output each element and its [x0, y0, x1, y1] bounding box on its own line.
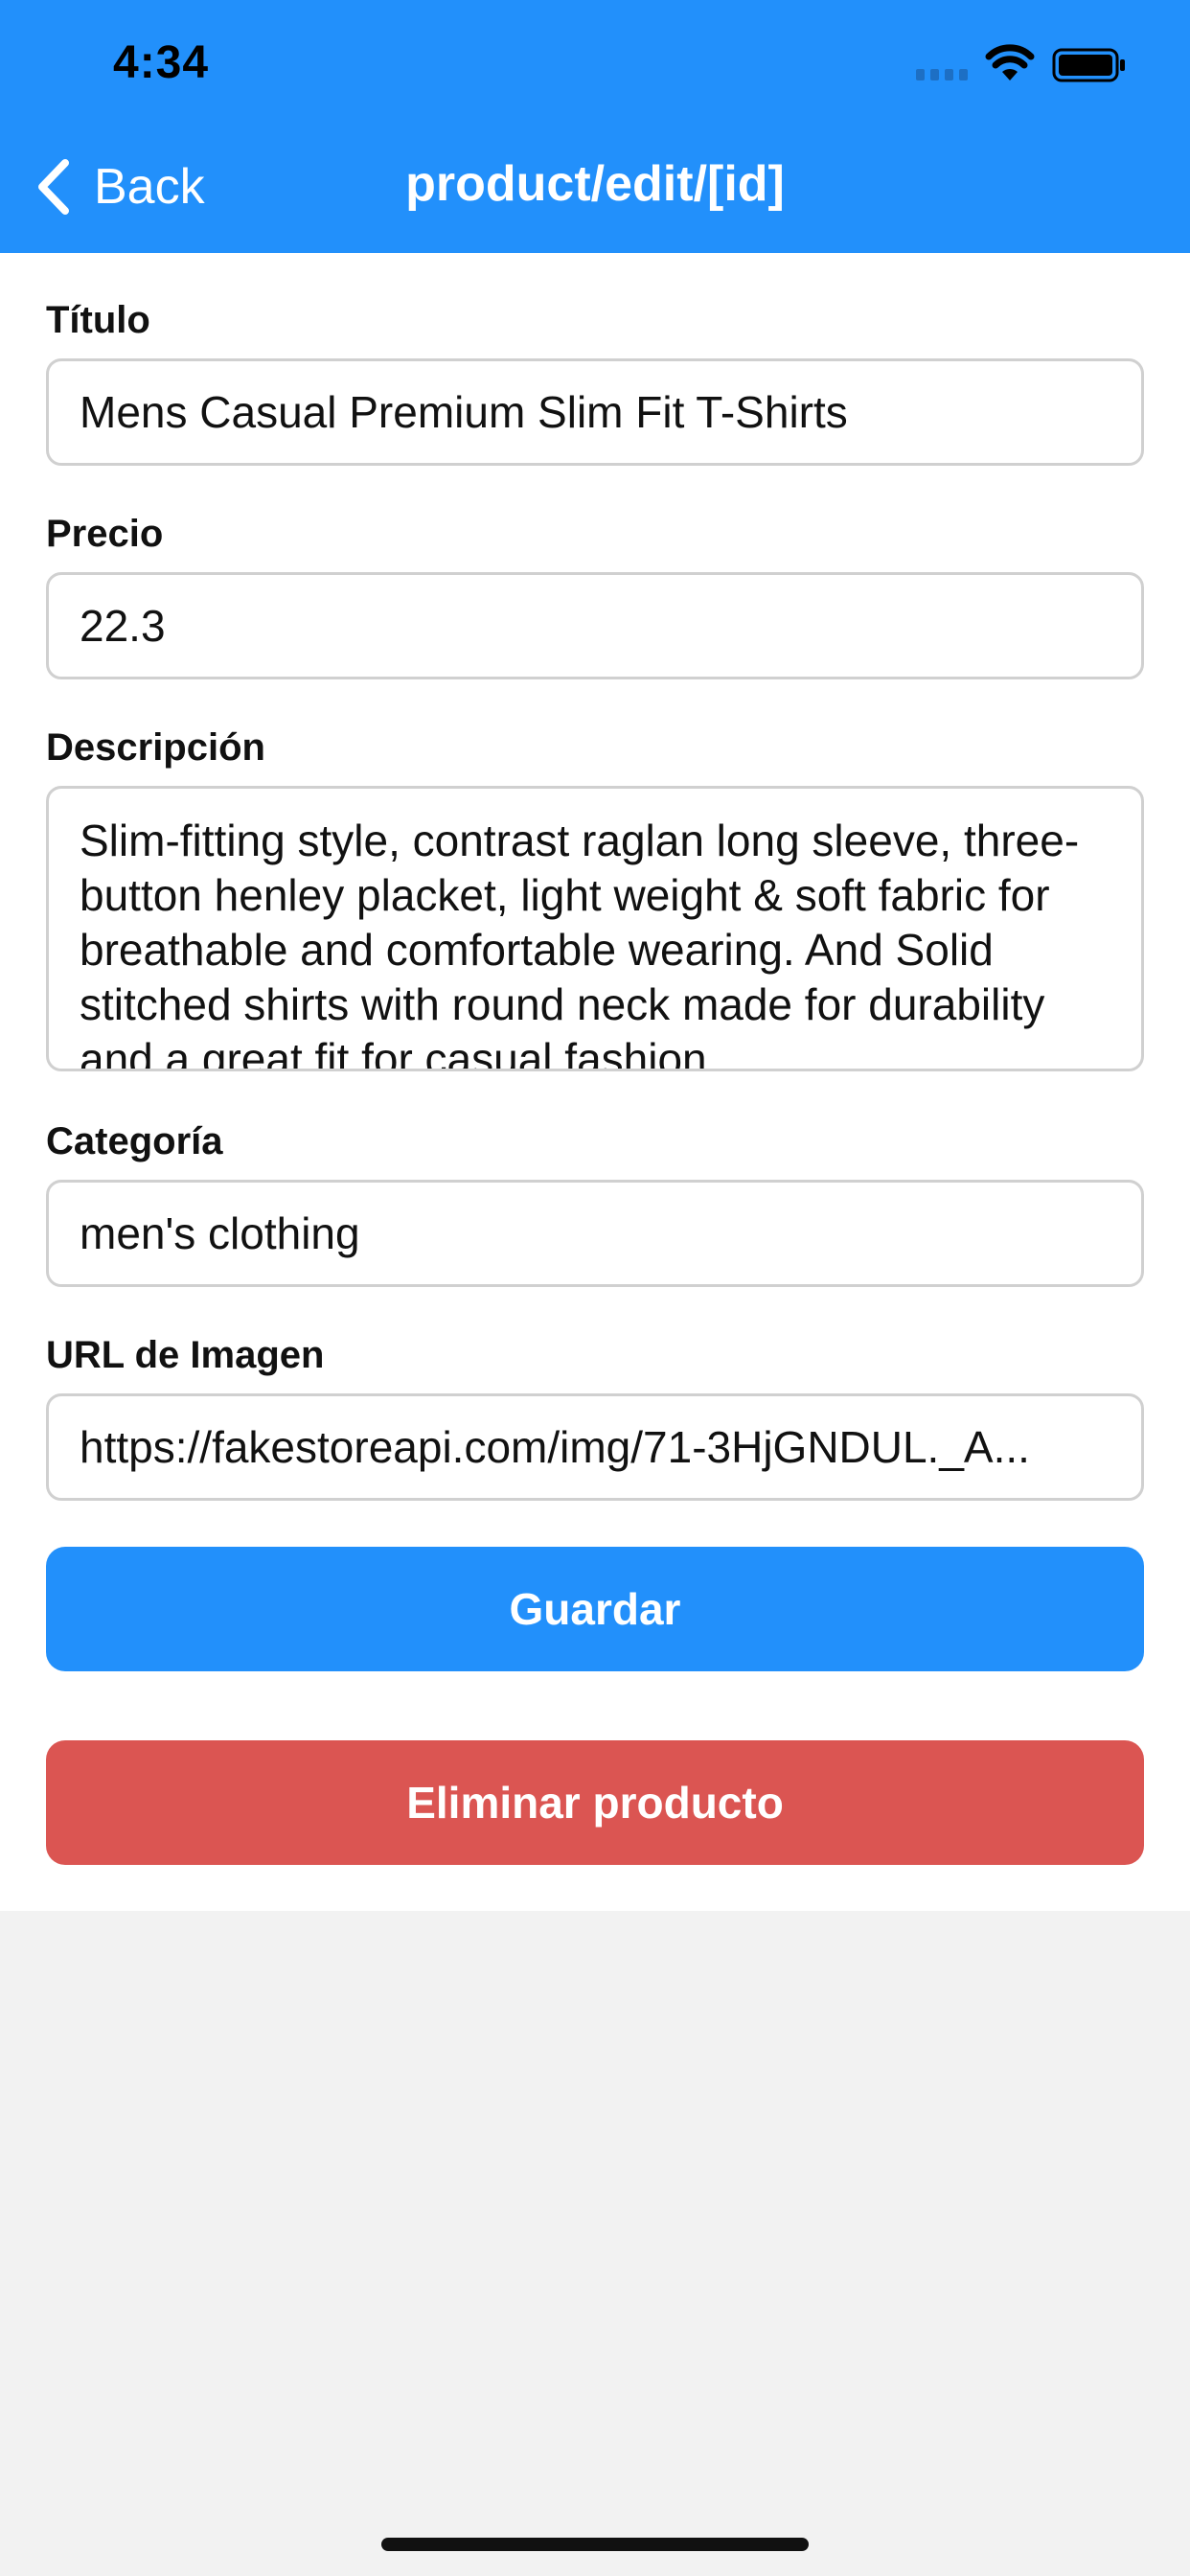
description-label: Descripción — [46, 726, 265, 769]
title-input-value: Mens Casual Premium Slim Fit T-Shirts — [80, 387, 848, 437]
price-input-value: 22.3 — [80, 601, 166, 651]
title-input[interactable]: Mens Casual Premium Slim Fit T-Shirts — [46, 358, 1144, 466]
description-textarea-value: Slim-fitting style, contrast raglan long… — [80, 816, 1080, 1071]
image-url-input-value: https://fakestoreapi.com/img/71-3HjGNDUL… — [80, 1422, 1030, 1472]
category-label: Categoría — [46, 1120, 223, 1162]
edit-product-form: Título Mens Casual Premium Slim Fit T-Sh… — [0, 253, 1190, 1911]
title-label: Título — [46, 299, 150, 341]
price-input[interactable]: 22.3 — [46, 572, 1144, 679]
image-url-input[interactable]: https://fakestoreapi.com/img/71-3HjGNDUL… — [46, 1393, 1144, 1501]
description-textarea[interactable]: Slim-fitting style, contrast raglan long… — [46, 786, 1144, 1071]
wifi-icon — [985, 44, 1035, 80]
delete-product-button[interactable]: Eliminar producto — [46, 1740, 1144, 1865]
cellular-signal-icon — [916, 69, 970, 80]
save-button[interactable]: Guardar — [46, 1547, 1144, 1671]
page-title: product/edit/[id] — [405, 156, 785, 212]
category-input[interactable]: men's clothing — [46, 1180, 1144, 1287]
category-input-value: men's clothing — [80, 1208, 360, 1258]
image-url-label: URL de Imagen — [46, 1334, 325, 1376]
status-time: 4:34 — [113, 37, 210, 88]
home-indicator — [381, 2538, 809, 2551]
price-label: Precio — [46, 513, 164, 555]
header-bar: 4:34 Back product/edit/[id] — [0, 0, 1190, 253]
battery-icon — [1052, 48, 1125, 82]
